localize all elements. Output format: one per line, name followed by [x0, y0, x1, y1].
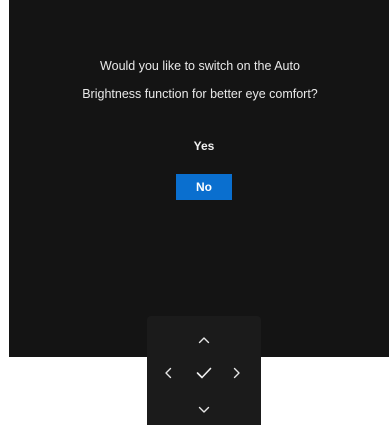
right-button[interactable]: [225, 361, 249, 385]
prompt-line-2: Brightness function for better eye comfo…: [82, 87, 318, 101]
no-option[interactable]: No: [176, 174, 232, 200]
auto-brightness-prompt: Would you like to switch on the Auto Bri…: [5, 52, 389, 108]
chevron-right-icon: [233, 367, 240, 379]
yes-option[interactable]: Yes: [176, 133, 232, 159]
down-button[interactable]: [192, 398, 216, 422]
left-button[interactable]: [156, 361, 180, 385]
osd-screen: Would you like to switch on the Auto Bri…: [9, 0, 389, 357]
prompt-line-1: Would you like to switch on the Auto: [100, 59, 300, 73]
navigation-pad: [147, 316, 261, 425]
check-icon: [196, 367, 212, 379]
chevron-down-icon: [198, 406, 210, 413]
up-button[interactable]: [192, 328, 216, 352]
confirm-button[interactable]: [192, 361, 216, 385]
chevron-left-icon: [165, 367, 172, 379]
chevron-up-icon: [198, 337, 210, 344]
